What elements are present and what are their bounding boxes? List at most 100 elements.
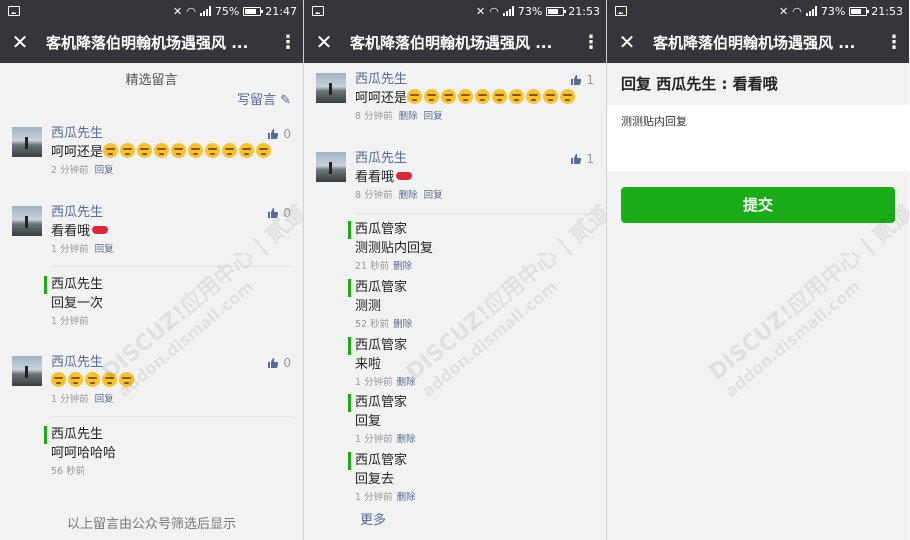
emoji-icon [239,143,255,158]
my-comments-page: 1 西瓜先生 呵呵还是 8 分钟前 删除 回复 1 西瓜先生 看看哦 8 分钟前 删除… [304,63,606,540]
like-button[interactable]: 1 [570,73,594,87]
mute-icon: ✕ [476,4,486,18]
comment-meta: 8 分钟前 删除 回复 [355,188,594,204]
write-comment-button[interactable]: 写留言 ✎ [237,89,291,108]
emoji-icon [543,89,559,104]
author-reply: 西瓜管家 测测贴内回复 21 秒前 删除 [348,221,594,275]
reply-author: 西瓜管家 [348,452,594,470]
like-button[interactable]: 1 [570,152,594,166]
divider [51,266,293,267]
watermark-line-1: DISCUZ!应用中心 | 贰道 [704,200,909,386]
nav-bar: ✕ 客机降落伯明翰机场遇强风 ... ⋮ [607,22,909,63]
like-button[interactable]: 0 [267,356,291,370]
wifi-icon: ◠ [792,4,802,18]
avatar[interactable] [316,152,346,182]
like-button[interactable]: 0 [267,127,291,141]
emoji-icon [68,372,83,387]
emoji-icon [205,143,221,158]
reply-time: 1 分钟前 [355,434,393,445]
thumbs-up-icon [268,129,279,139]
comment-text-content: 看看哦 [51,224,91,239]
reply-link[interactable]: 回复 [95,165,114,176]
reply-time: 1 分钟前 [51,316,89,327]
mute-icon: ✕ [779,4,789,18]
comment-text: 呵呵还是 [355,89,594,109]
status-bar: ✕ ◠ 73% 21:53 [304,0,606,22]
section-title: 精选留言 [125,73,178,88]
emoji-group [103,143,273,160]
mute-icon: ✕ [173,4,183,18]
page-title: 客机降落伯明翰机场遇强风 ... [46,34,249,52]
author-reply: 西瓜管家 回复去 1 分钟前 删除 [348,452,594,506]
reply-textarea[interactable]: 测测贴内回复 [607,105,909,171]
emoji-icon [509,89,525,104]
signal-icon [805,6,817,16]
battery-percent: 73% [820,4,846,18]
emoji-icon [154,143,170,158]
emoji-icon [120,143,136,158]
reply-link[interactable]: 回复 [424,111,443,122]
like-button[interactable]: 0 [267,206,291,220]
comment-author: 西瓜先生 [51,126,104,141]
close-icon[interactable]: ✕ [304,22,344,63]
status-time: 21:53 [568,4,600,18]
reply-text: 回复一次 [51,296,104,311]
avatar[interactable] [316,73,346,103]
reply-link[interactable]: 回复 [95,394,114,405]
reply-link[interactable]: 回复 [95,244,114,255]
reply-time: 52 秒前 [355,319,390,330]
battery-percent: 73% [517,4,543,18]
emoji-icon [188,143,204,158]
reply-link[interactable]: 回复 [424,190,443,201]
more-options-icon[interactable]: ⋮ [273,22,303,63]
reply-meta: 21 秒前 删除 [355,259,594,275]
submit-button[interactable]: 提交 [621,187,895,223]
reply-meta: 1 分钟前 删除 [355,375,594,391]
comment-meta: 1 分钟前 回复 [51,242,291,258]
reply-time: 56 秒前 [51,466,86,477]
close-icon[interactable]: ✕ [0,22,40,63]
thumbs-up-icon [268,358,279,368]
battery-icon [243,6,264,16]
reply-text: 回复 [355,414,382,429]
avatar[interactable] [12,127,42,157]
page-title: 客机降落伯明翰机场遇强风 ... [653,34,856,52]
phone-screen-1: ✕ ◠ 75% 21:47 ✕ 客机降落伯明翰机场遇强风 ... ⋮ 精选留言 … [0,0,303,540]
reply-text: 测测 [355,299,382,314]
avatar[interactable] [12,356,42,386]
like-count: 1 [586,73,594,87]
reply-meta: 1 分钟前 删除 [355,490,594,506]
more-link[interactable]: 更多 [360,509,386,528]
comment-meta: 1 分钟前 回复 [51,392,291,408]
nav-bar: ✕ 客机降落伯明翰机场遇强风 ... ⋮ [304,22,606,63]
emoji-icon [102,372,117,387]
delete-link[interactable]: 删除 [393,261,412,272]
delete-link[interactable]: 删除 [397,434,416,445]
image-icon [312,6,324,16]
delete-link[interactable]: 删除 [397,492,416,503]
comment-text: 看看哦 [51,222,291,242]
delete-link[interactable]: 删除 [397,377,416,388]
reply-time: 1 分钟前 [355,492,393,503]
status-bar: ✕ ◠ 73% 21:53 [607,0,909,22]
more-options-icon[interactable]: ⋮ [879,22,909,63]
avatar[interactable] [12,206,42,236]
thumbs-up-icon [268,208,279,218]
delete-link[interactable]: 删除 [399,190,418,201]
comment-item: 0 西瓜先生 看看哦 1 分钟前 回复 [12,204,291,258]
battery-icon [546,6,567,16]
comment-author: 西瓜先生 [51,355,104,370]
delete-link[interactable]: 删除 [393,319,412,330]
more-options-icon[interactable]: ⋮ [576,22,606,63]
pencil-icon: ✎ [280,93,291,108]
comment-item: 1 西瓜先生 呵呵还是 8 分钟前 删除 回复 [316,71,594,125]
reply-text: 测测贴内回复 [355,241,434,256]
close-icon[interactable]: ✕ [607,22,647,63]
delete-link[interactable]: 删除 [399,111,418,122]
emoji-group [407,89,577,106]
reply-author: 西瓜管家 [348,279,594,297]
emoji-icon [424,89,440,104]
reply-form-page: 回复 西瓜先生 : 看看哦 测测贴内回复 提交 DISCUZ!应用中心 | 贰道… [607,63,909,540]
reply-author: 西瓜管家 [348,337,594,355]
comment-item: 0 西瓜先生 呵呵还是 2 分钟前 回复 [12,125,291,179]
